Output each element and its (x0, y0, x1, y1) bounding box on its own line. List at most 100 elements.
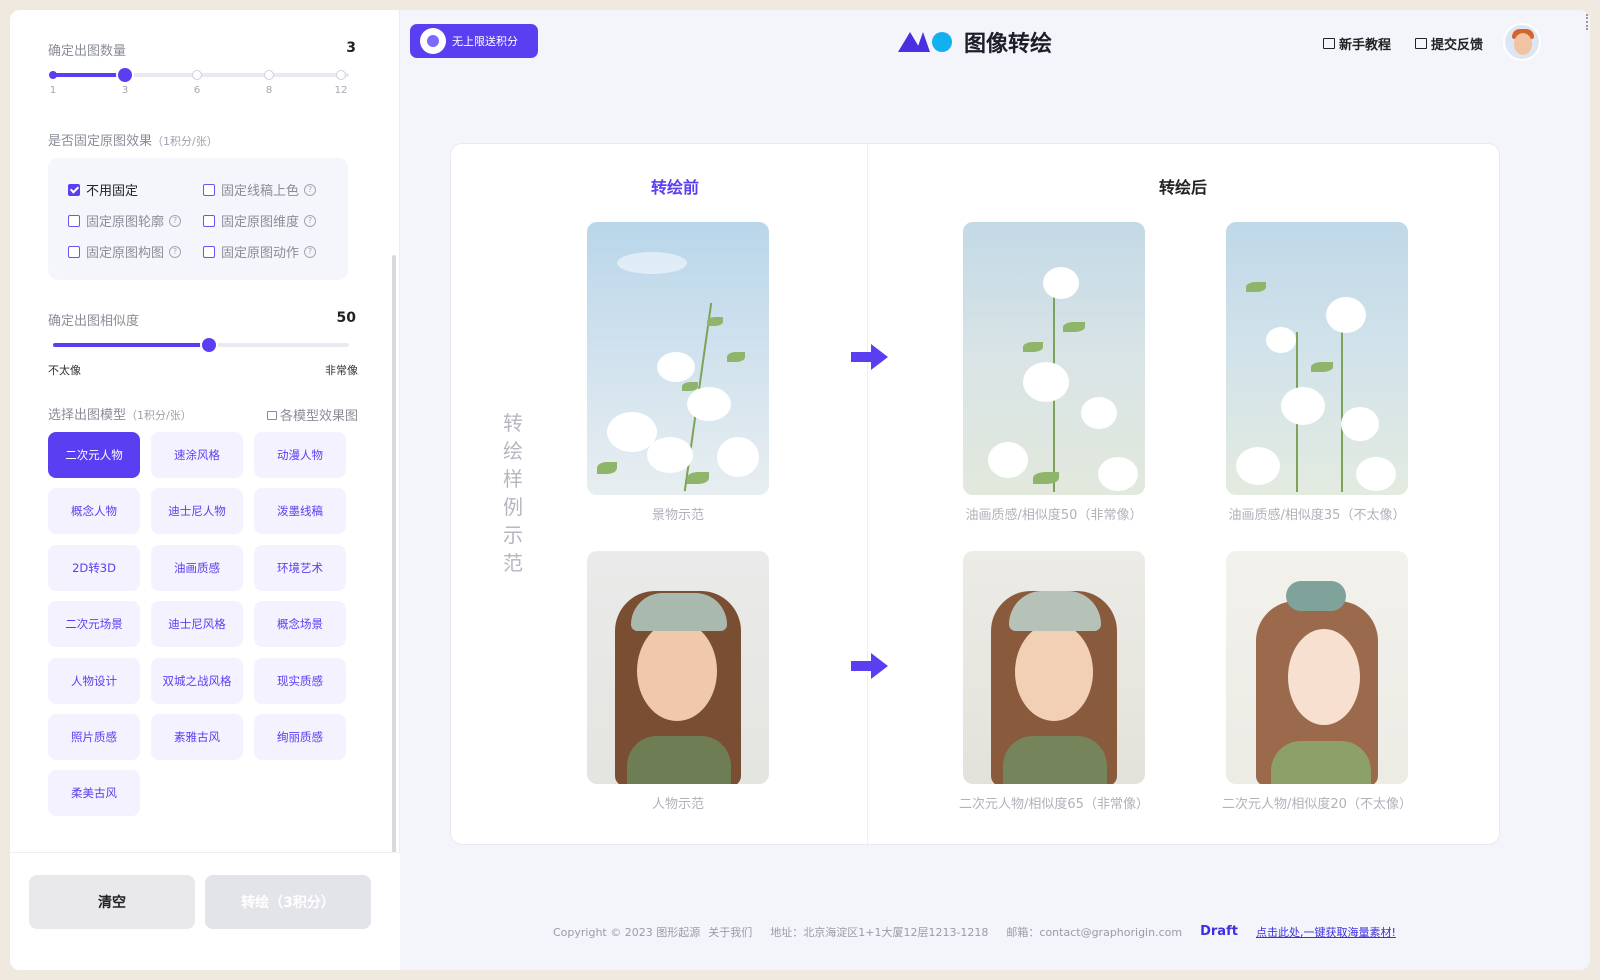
sidebar-scrollbar[interactable] (391, 10, 398, 853)
fix-option-checkbox[interactable]: 固定原图轮廓? (68, 211, 182, 230)
model-option-button[interactable]: 双城之战风格 (151, 657, 243, 704)
sidebar-scroll-area: 确定出图数量 3 1 3 6 8 12 是否固定原图效果（1积分/张） 不用固定 固定线稿… (10, 10, 400, 852)
checkbox-icon (203, 183, 215, 196)
person-result-1-image (963, 551, 1145, 784)
model-option-button[interactable]: 环境艺术 (254, 544, 346, 591)
fix-option-label: 固定原图构图 (86, 246, 165, 261)
window-resize-handle[interactable] (1586, 14, 1588, 30)
count-tick[interactable] (192, 70, 202, 80)
tutorial-link[interactable]: 新手教程 (1323, 34, 1391, 53)
app-logo: 图像转绘 (898, 26, 1052, 58)
arrow-right-icon (851, 653, 888, 679)
model-option-button[interactable]: 概念人物 (48, 488, 140, 535)
settings-sidebar: 确定出图数量 3 1 3 6 8 12 是否固定原图效果（1积分/张） 不用固定 固定线稿… (10, 10, 400, 970)
similarity-slider-knob[interactable] (201, 338, 216, 352)
fix-option-checkbox[interactable]: 固定原图构图? (68, 242, 182, 261)
model-option-button[interactable]: 柔美古风 (48, 770, 140, 817)
model-option-button[interactable]: 二次元人物 (48, 432, 140, 478)
blossom (1326, 297, 1366, 333)
app-window: 确定出图数量 3 1 3 6 8 12 是否固定原图效果（1积分/张） 不用固定 固定线稿… (10, 10, 1590, 970)
vertical-label-char: 示 (503, 523, 523, 547)
count-tick[interactable] (336, 70, 346, 80)
fix-option-label: 固定原图轮廓 (86, 215, 165, 230)
model-option-button[interactable]: 现实质感 (254, 657, 346, 704)
model-option-button[interactable]: 动漫人物 (254, 432, 346, 478)
arrow-right-icon (851, 344, 888, 370)
model-option-button[interactable]: 速涂风格 (151, 432, 243, 478)
fix-label: 是否固定原图效果（1积分/张） (48, 130, 218, 149)
blossom (1281, 387, 1325, 425)
fix-option-label: 固定原图维度 (221, 215, 300, 230)
model-option-button[interactable]: 照片质感 (48, 714, 140, 760)
stem (1341, 312, 1343, 492)
leaf (1311, 362, 1333, 372)
user-avatar[interactable] (1503, 23, 1541, 61)
model-option-button[interactable]: 人物设计 (48, 657, 140, 704)
fix-option-checkbox[interactable]: 固定原图动作? (203, 242, 317, 261)
model-option-button[interactable]: 迪士尼人物 (151, 488, 243, 535)
promo-button[interactable]: 无上限送积分 (410, 24, 538, 58)
model-examples-link[interactable]: 各模型效果图 (266, 405, 358, 424)
count-slider[interactable]: 1 3 6 8 12 (49, 68, 349, 96)
scene-result-2-caption: 油画质感/相似度35（不太像） (1228, 508, 1406, 523)
model-option-button[interactable]: 素雅古风 (151, 714, 243, 760)
vertical-label-char: 例 (503, 495, 523, 519)
sidebar-scrollbar-thumb[interactable] (392, 255, 396, 853)
count-slider-fill (53, 73, 125, 77)
count-tick-label: 12 (334, 85, 348, 96)
count-tick-label: 1 (49, 85, 57, 96)
leaf (1033, 472, 1059, 484)
clear-button[interactable]: 清空 (29, 875, 195, 929)
count-slider-knob[interactable] (118, 68, 132, 82)
address-text: 地址：北京海淀区1+1大厦12层1213-1218 (770, 926, 989, 939)
model-option-button[interactable]: 概念场景 (254, 601, 346, 648)
fix-option-checkbox[interactable]: 固定原图维度? (203, 211, 317, 230)
help-icon[interactable]: ? (169, 245, 182, 258)
fix-option-checkbox[interactable]: 不用固定 (68, 180, 138, 199)
scene-result-2-image (1226, 222, 1408, 495)
feedback-link[interactable]: 提交反馈 (1415, 34, 1483, 53)
similarity-slider-fill (53, 343, 209, 347)
leaf (727, 352, 745, 362)
column-divider (867, 144, 868, 846)
help-icon[interactable]: ? (304, 245, 317, 258)
scene-original-caption: 景物示范 (651, 508, 704, 523)
model-option-button[interactable]: 二次元场景 (48, 601, 140, 648)
similarity-max-label: 非常像 (325, 364, 358, 377)
checkbox-icon (68, 214, 80, 227)
help-icon[interactable]: ? (304, 214, 317, 227)
count-tick[interactable] (49, 71, 57, 79)
face (637, 621, 717, 721)
model-option-button[interactable]: 绚丽质感 (254, 714, 346, 760)
person-result-2-image (1226, 551, 1408, 784)
edit-icon (1415, 38, 1427, 49)
avatar-face (1514, 33, 1532, 55)
convert-button[interactable]: 转绘（3积分） (205, 875, 371, 929)
count-value: 3 (346, 40, 356, 56)
model-option-button[interactable]: 油画质感 (151, 544, 243, 591)
logo-circle-icon (932, 32, 952, 52)
model-label: 选择出图模型（1积分/张） (48, 404, 192, 423)
draft-promo-link[interactable]: 点击此处,一键获取海量素材! (1256, 924, 1396, 940)
model-examples-link-label: 各模型效果图 (279, 409, 358, 424)
scene-result-1-image (963, 222, 1145, 495)
leaf (1063, 322, 1085, 332)
count-tick[interactable] (264, 70, 274, 80)
blossom (1266, 327, 1296, 353)
copyright-text: Copyright © 2023 图形起源 (553, 926, 701, 939)
help-icon[interactable]: ? (304, 183, 317, 196)
help-icon[interactable]: ? (169, 214, 182, 227)
about-link[interactable]: 关于我们 (708, 924, 752, 940)
shirt (1003, 736, 1107, 784)
model-option-button[interactable]: 2D转3D (48, 544, 140, 591)
page-title: 图像转绘 (964, 32, 1053, 57)
model-option-button[interactable]: 迪士尼风格 (151, 601, 243, 648)
model-label-text: 选择出图模型 (48, 408, 127, 423)
blossom (687, 387, 731, 421)
similarity-slider[interactable] (53, 338, 349, 352)
fix-option-checkbox[interactable]: 固定线稿上色? (203, 180, 317, 199)
count-tick-label: 6 (193, 85, 201, 96)
model-option-button[interactable]: 泼墨线稿 (254, 488, 346, 535)
fix-option-label: 固定原图动作 (221, 246, 300, 261)
face (1288, 629, 1360, 725)
